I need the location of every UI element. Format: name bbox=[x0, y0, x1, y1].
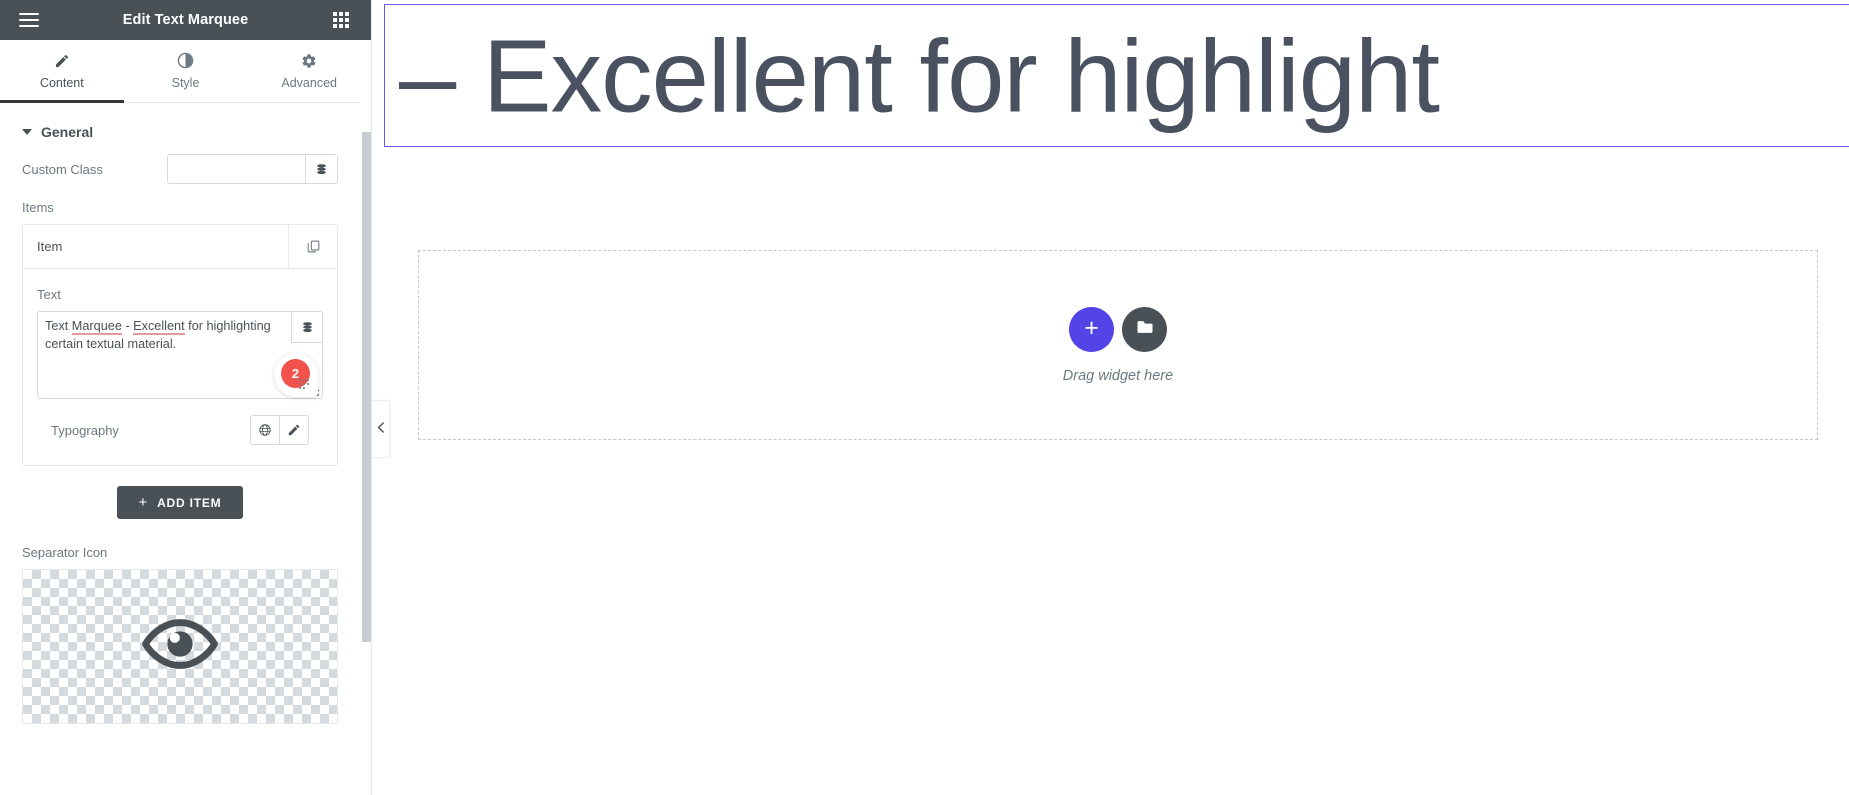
plus-icon: + bbox=[1084, 313, 1099, 342]
panel-header: Edit Text Marquee bbox=[0, 0, 371, 40]
repeater-item-tools bbox=[288, 225, 337, 268]
custom-class-label: Custom Class bbox=[22, 161, 103, 177]
hamburger-menu-icon[interactable] bbox=[8, 0, 50, 40]
elementor-settings-panel: Edit Text Marquee Content Style Advanced… bbox=[0, 0, 372, 795]
database-stack-icon[interactable] bbox=[305, 155, 337, 183]
pencil-icon bbox=[54, 52, 70, 69]
caret-down-icon bbox=[22, 129, 32, 135]
custom-class-row: Custom Class bbox=[0, 154, 360, 184]
tab-advanced-label: Advanced bbox=[281, 76, 337, 90]
add-item-button[interactable]: + ADD ITEM bbox=[116, 486, 244, 519]
repeater-item-body: Text Text Marquee - Excellent for highli… bbox=[23, 269, 337, 465]
tab-content-label: Content bbox=[39, 76, 84, 90]
plus-icon: + bbox=[138, 494, 149, 511]
text-textarea-value: Text Marquee - Excellent for highlightin… bbox=[45, 319, 275, 351]
typography-label: Typography bbox=[51, 422, 119, 438]
custom-class-input[interactable] bbox=[168, 155, 305, 183]
panel-scrollbar-thumb[interactable] bbox=[362, 132, 371, 642]
panel-tabs: Content Style Advanced bbox=[0, 40, 371, 103]
repeater-item-title: Item bbox=[37, 239, 63, 254]
globe-icon[interactable] bbox=[251, 416, 279, 444]
tab-style-label: Style bbox=[171, 76, 200, 90]
pencil-edit-icon[interactable] bbox=[279, 416, 308, 444]
database-stack-icon[interactable] bbox=[291, 312, 322, 343]
items-repeater: Item Text Text Marquee - Excellent for h… bbox=[22, 224, 338, 466]
tab-style[interactable]: Style bbox=[124, 40, 248, 102]
text-marquee-content: – Excellent for highlight bbox=[399, 18, 1440, 133]
tab-content[interactable]: Content bbox=[0, 40, 124, 103]
open-template-library-button[interactable] bbox=[1122, 306, 1167, 352]
add-item-label: ADD ITEM bbox=[157, 495, 222, 510]
gear-icon bbox=[301, 52, 317, 69]
folder-icon bbox=[1135, 317, 1155, 342]
text-textarea[interactable]: Text Marquee - Excellent for highlightin… bbox=[37, 311, 323, 399]
chevron-left-icon bbox=[377, 420, 385, 438]
dropzone-label: Drag widget here bbox=[1062, 367, 1174, 384]
text-field-wrap: Text Marquee - Excellent for highlightin… bbox=[37, 311, 323, 399]
widget-dropzone[interactable]: + Drag widget here bbox=[418, 250, 1818, 440]
panel-body: General Custom Class Items Item Text Tex… bbox=[0, 102, 371, 795]
copy-duplicate-icon[interactable] bbox=[288, 225, 337, 268]
elementor-editor: Edit Text Marquee Content Style Advanced… bbox=[0, 0, 1849, 795]
add-widget-button[interactable]: + bbox=[1069, 306, 1114, 352]
eye-icon bbox=[141, 605, 219, 688]
section-general-header[interactable]: General bbox=[0, 102, 360, 154]
items-label: Items bbox=[22, 200, 54, 215]
editor-canvas: – Excellent for highlight + Drag widget … bbox=[373, 0, 1849, 795]
typography-controls bbox=[250, 415, 309, 445]
panel-collapse-toggle[interactable] bbox=[372, 400, 390, 458]
text-marquee-widget[interactable]: – Excellent for highlight bbox=[384, 4, 1849, 147]
resize-handle-icon[interactable] bbox=[308, 384, 320, 397]
panel-scroll-content: General Custom Class Items Item Text Tex… bbox=[0, 102, 360, 795]
typography-row: Typography bbox=[37, 399, 323, 449]
contrast-half-circle-icon bbox=[177, 52, 194, 69]
custom-class-field[interactable] bbox=[167, 154, 338, 184]
tab-advanced[interactable]: Advanced bbox=[247, 40, 371, 102]
add-item-wrap: + ADD ITEM bbox=[0, 466, 360, 519]
text-field-label: Text bbox=[37, 287, 61, 302]
panel-scrollbar[interactable] bbox=[359, 102, 371, 795]
panel-scrollbar-track[interactable] bbox=[361, 102, 371, 795]
dropzone-buttons: + bbox=[1069, 306, 1167, 352]
apps-grid-icon[interactable] bbox=[321, 0, 361, 40]
separator-icon-label: Separator Icon bbox=[22, 545, 108, 560]
panel-title: Edit Text Marquee bbox=[122, 12, 249, 28]
repeater-item-header[interactable]: Item bbox=[23, 225, 337, 269]
separator-icon-preview[interactable] bbox=[22, 569, 338, 724]
section-general-title: General bbox=[41, 124, 94, 140]
